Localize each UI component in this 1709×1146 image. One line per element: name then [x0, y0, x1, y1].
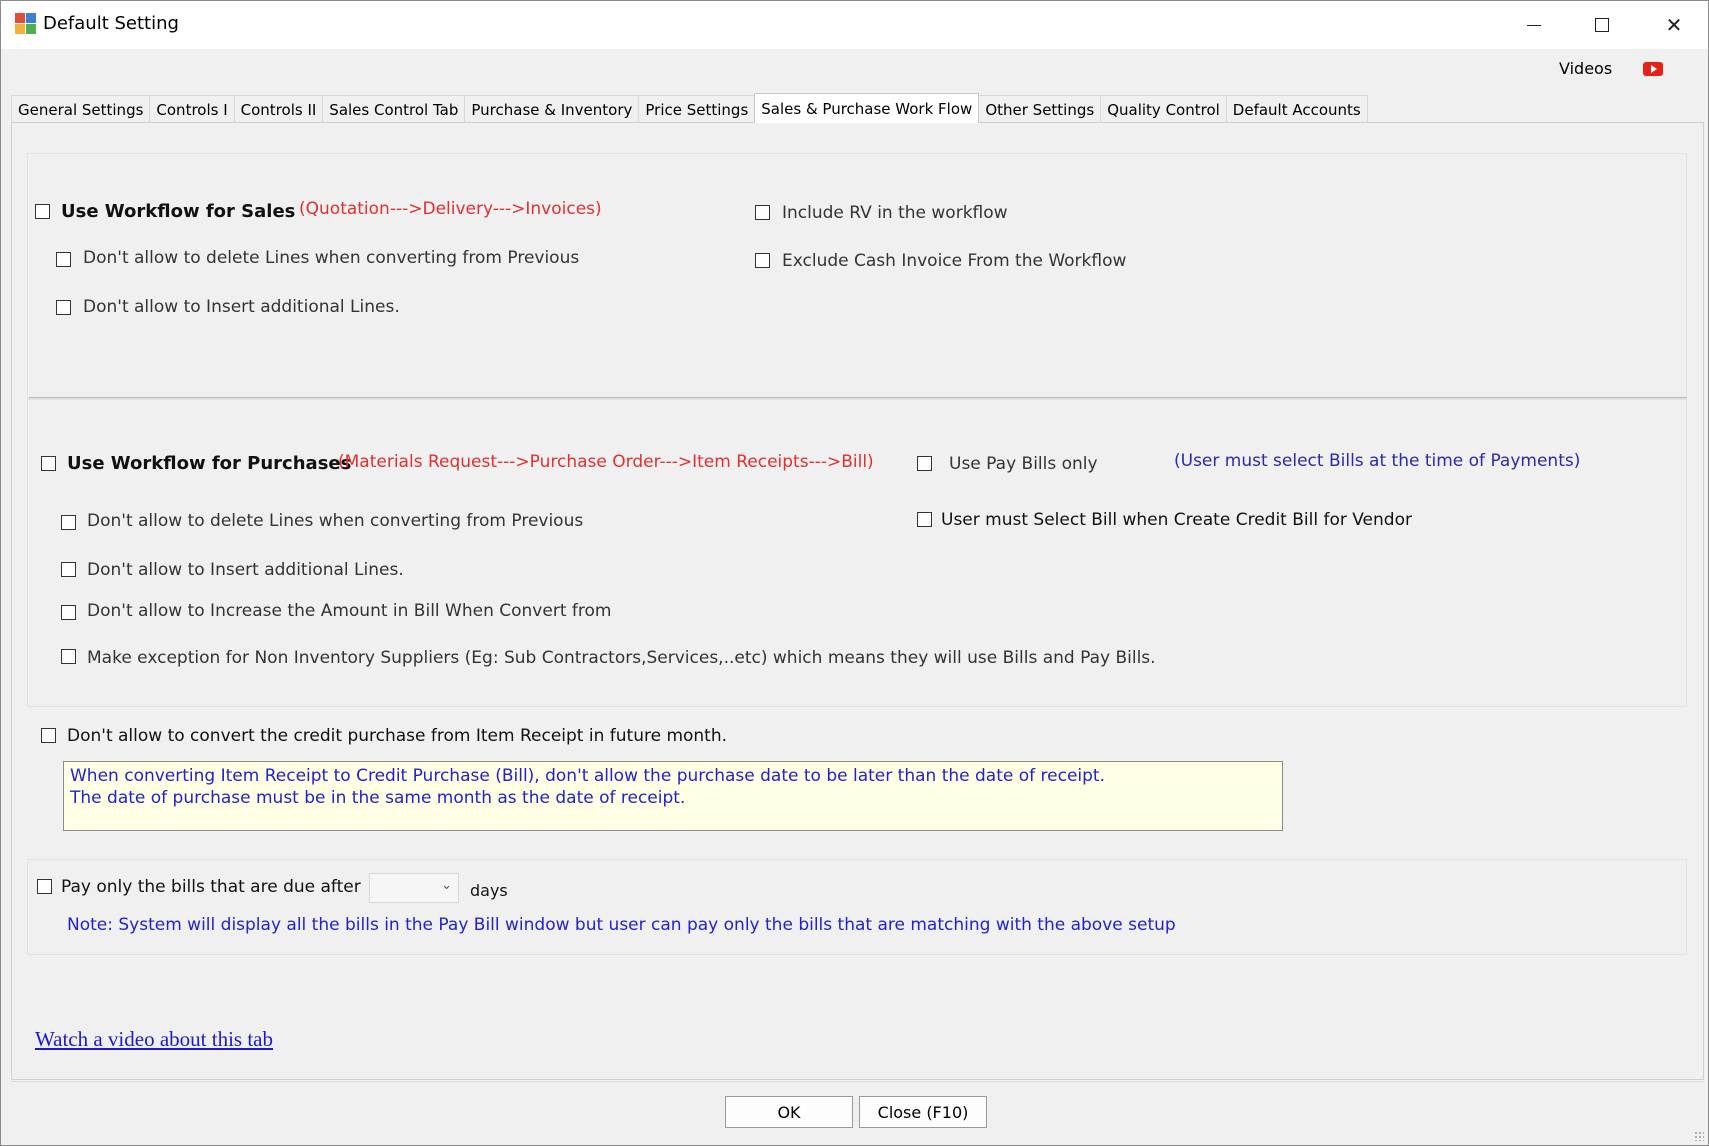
sales-workflow-group — [27, 153, 1687, 399]
pay-bills-due-label: Pay only the bills that are due after — [61, 877, 361, 897]
watch-video-link[interactable]: Watch a video about this tab — [35, 1027, 273, 1052]
credit-purchase-note-line2: The date of purchase must be in the same… — [70, 788, 686, 808]
close-icon: ✕ — [1665, 13, 1683, 37]
non-inventory-exception-checkbox[interactable] — [61, 649, 76, 664]
purchases-no-delete-lines-label: Don't allow to delete Lines when convert… — [87, 511, 584, 531]
non-inventory-exception-label: Make exception for Non Inventory Supplie… — [87, 648, 1156, 668]
youtube-icon[interactable] — [1643, 62, 1663, 76]
ok-button[interactable]: OK — [725, 1096, 853, 1128]
use-workflow-sales-label: Use Workflow for Sales — [61, 201, 296, 222]
maximize-icon — [1595, 18, 1609, 32]
credit-purchase-future-month-label: Don't allow to convert the credit purcha… — [67, 726, 728, 746]
sales-no-insert-lines-label: Don't allow to Insert additional Lines. — [83, 297, 400, 317]
tab-controls-i[interactable]: Controls I — [149, 95, 235, 123]
close-window-button[interactable]: ✕ — [1641, 1, 1707, 49]
credit-purchase-note-line1: When converting Item Receipt to Credit P… — [70, 766, 1105, 786]
tab-quality-control[interactable]: Quality Control — [1100, 95, 1227, 123]
use-workflow-purchases-label: Use Workflow for Purchases — [67, 453, 352, 474]
pay-bills-note: (User must select Bills at the time of P… — [1174, 451, 1581, 471]
credit-purchase-future-month-checkbox[interactable] — [41, 728, 56, 743]
window-title: Default Setting — [43, 13, 179, 34]
pay-bills-due-checkbox[interactable] — [37, 879, 52, 894]
purchase-workflow-note: (Materials Request--->Purchase Order--->… — [338, 452, 874, 472]
section-divider — [29, 397, 1687, 398]
use-pay-bills-only-label: Use Pay Bills only — [949, 454, 1098, 474]
tab-sales-control[interactable]: Sales Control Tab — [322, 95, 466, 123]
settings-tabs: General Settings Controls I Controls II … — [11, 93, 1368, 123]
select-bill-credit-checkbox[interactable] — [917, 512, 932, 527]
sales-no-delete-lines-checkbox[interactable] — [56, 252, 71, 267]
pay-bills-due-group — [27, 859, 1687, 955]
videos-link[interactable]: Videos — [1559, 59, 1612, 78]
sales-workflow-note: (Quotation--->Delivery--->Invoices) — [299, 199, 602, 219]
tab-controls-ii[interactable]: Controls II — [233, 95, 324, 123]
use-pay-bills-only-checkbox[interactable] — [917, 456, 932, 471]
tab-default-accounts[interactable]: Default Accounts — [1225, 95, 1368, 123]
use-workflow-sales-checkbox[interactable] — [35, 204, 50, 219]
tab-other-settings[interactable]: Other Settings — [978, 95, 1102, 123]
sales-no-delete-lines-label: Don't allow to delete Lines when convert… — [83, 248, 580, 268]
minimize-icon — [1527, 24, 1541, 26]
exclude-cash-invoice-checkbox[interactable] — [755, 253, 770, 268]
include-rv-checkbox[interactable] — [755, 205, 770, 220]
tab-purchase-inventory[interactable]: Purchase & Inventory — [464, 95, 640, 123]
days-label: days — [470, 881, 508, 900]
pay-bills-due-note: Note: System will display all the bills … — [67, 915, 1176, 935]
sales-no-insert-lines-checkbox[interactable] — [56, 300, 71, 315]
use-workflow-purchases-checkbox[interactable] — [41, 456, 56, 471]
tab-general-settings[interactable]: General Settings — [11, 95, 151, 123]
footer-divider — [11, 1081, 1704, 1082]
purchases-no-insert-lines-label: Don't allow to Insert additional Lines. — [87, 560, 404, 580]
select-bill-credit-label: User must Select Bill when Create Credit… — [941, 510, 1412, 530]
chevron-down-icon: ⌄ — [441, 878, 452, 893]
no-increase-amount-label: Don't allow to Increase the Amount in Bi… — [87, 601, 612, 621]
purchases-no-delete-lines-checkbox[interactable] — [61, 515, 76, 530]
default-setting-window: Default Setting ✕ Videos General Setting… — [0, 0, 1709, 1146]
tab-sales-purchase-workflow[interactable]: Sales & Purchase Work Flow — [754, 93, 980, 123]
minimize-button[interactable] — [1501, 1, 1567, 49]
resize-grip[interactable] — [1694, 1131, 1704, 1141]
no-increase-amount-checkbox[interactable] — [61, 605, 76, 620]
close-button[interactable]: Close (F10) — [859, 1096, 987, 1128]
due-days-select[interactable]: ⌄ — [369, 873, 459, 903]
include-rv-label: Include RV in the workflow — [782, 203, 1008, 223]
exclude-cash-invoice-label: Exclude Cash Invoice From the Workflow — [782, 251, 1127, 271]
purchases-no-insert-lines-checkbox[interactable] — [61, 562, 76, 577]
maximize-button[interactable] — [1569, 1, 1635, 49]
app-icon — [15, 13, 37, 35]
tab-price-settings[interactable]: Price Settings — [638, 95, 756, 123]
credit-purchase-note-box: When converting Item Receipt to Credit P… — [63, 761, 1283, 831]
title-bar: Default Setting ✕ — [1, 1, 1708, 49]
